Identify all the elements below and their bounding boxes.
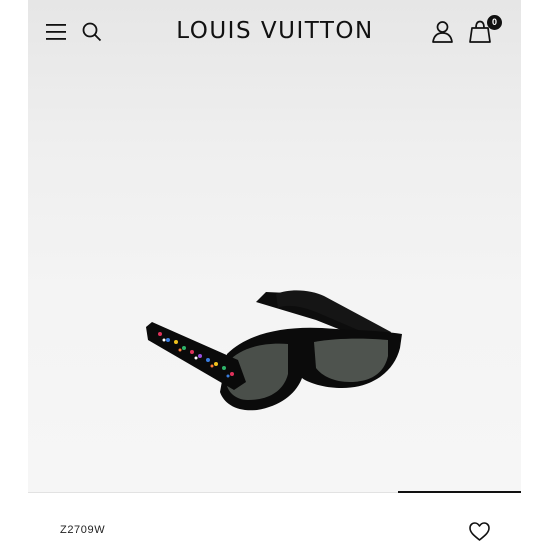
brand-logo[interactable]: LOUIS VUITTON: [128, 18, 422, 44]
product-sku: Z2709W: [60, 524, 106, 536]
site-header: LOUIS VUITTON 0: [28, 0, 521, 64]
cart-count-badge: 0: [487, 15, 502, 30]
product-image[interactable]: [146, 282, 406, 422]
heart-icon[interactable]: [469, 522, 490, 541]
product-hero: LOUIS VUITTON 0: [28, 0, 521, 492]
carousel-progress-fill: [398, 491, 521, 493]
carousel-progress-track: [28, 491, 521, 493]
page-frame: LOUIS VUITTON 0 Z2709W: [28, 0, 521, 550]
account-icon[interactable]: [432, 21, 453, 43]
menu-icon[interactable]: [46, 23, 66, 41]
search-icon[interactable]: [82, 22, 102, 42]
